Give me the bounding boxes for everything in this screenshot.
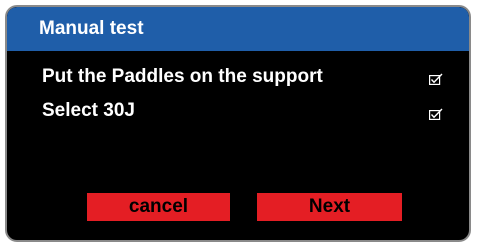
cancel-button[interactable]: cancel	[87, 193, 230, 221]
checkbox-checked-icon	[429, 73, 443, 85]
checkbox-checked-icon	[429, 108, 443, 120]
manual-test-dialog: Manual test Put the Paddles on the suppo…	[5, 5, 471, 242]
step-item-paddles: Put the Paddles on the support	[42, 66, 323, 87]
dialog-title-bar: Manual test	[7, 7, 469, 51]
dialog-title: Manual test	[39, 18, 144, 39]
step-item-select-energy: Select 30J	[42, 100, 135, 121]
next-button[interactable]: Next	[257, 193, 402, 221]
